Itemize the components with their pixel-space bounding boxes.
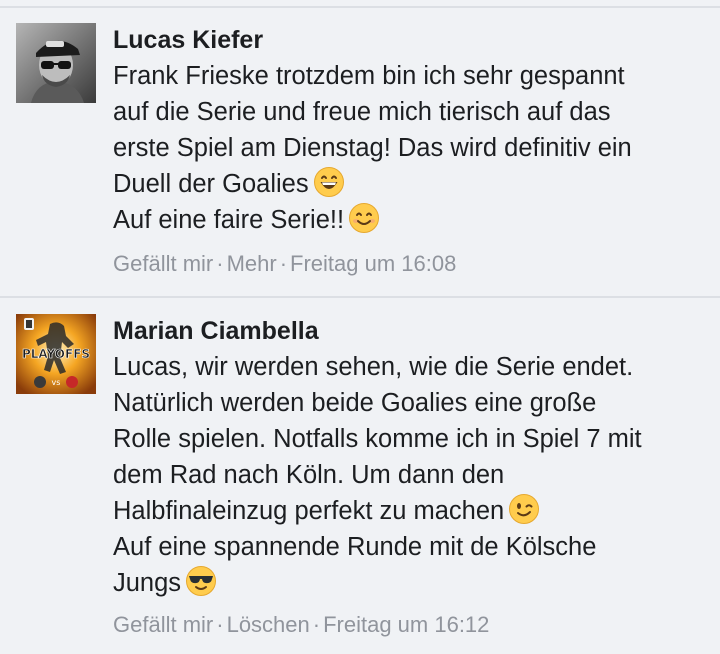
comment-line-with-emoji: Halbfinaleinzug perfekt zu machen xyxy=(113,493,642,529)
winking-face-icon xyxy=(509,494,540,524)
top-divider xyxy=(0,6,720,8)
comment-author[interactable]: Marian Ciambella xyxy=(113,317,319,346)
comment-line-with-emoji: Auf eine faire Serie!! xyxy=(113,202,632,238)
avatar[interactable] xyxy=(16,23,96,103)
comment-author[interactable]: Lucas Kiefer xyxy=(113,26,263,55)
timestamp[interactable]: Freitag um 16:12 xyxy=(323,612,489,637)
comment-line: auf die Serie und freue mich tierisch au… xyxy=(113,98,611,126)
separator: · xyxy=(279,251,288,276)
separator: · xyxy=(312,612,321,637)
sunglasses-face-icon xyxy=(186,566,217,596)
smiling-face-icon xyxy=(349,203,380,233)
like-link[interactable]: Gefällt mir xyxy=(113,251,213,276)
like-link[interactable]: Gefällt mir xyxy=(113,612,213,637)
avatar-photo-icon xyxy=(16,23,96,103)
comment-text: Frank Frieske trotzdem bin ich sehr gesp… xyxy=(113,58,632,238)
comment-line: Rolle spielen. Notfalls komme ich in Spi… xyxy=(113,425,642,453)
grinning-face-icon xyxy=(313,167,344,197)
avatar-text: PLAYOFFS xyxy=(22,347,90,361)
timestamp[interactable]: Freitag um 16:08 xyxy=(290,251,456,276)
comment-line-text: Auf eine faire Serie!! xyxy=(113,206,345,234)
comment-line-text: Halbfinaleinzug perfekt zu machen xyxy=(113,497,505,525)
comment-line: Natürlich werden beide Goalies eine groß… xyxy=(113,389,597,417)
separator: · xyxy=(216,251,224,276)
delete-link[interactable]: Löschen xyxy=(227,612,310,637)
comment-line-with-emoji: Duell der Goalies xyxy=(113,166,632,202)
comment-line: Frank Frieske trotzdem bin ich sehr gesp… xyxy=(113,62,625,90)
comment-line: Auf eine spannende Runde mit de Kölsche xyxy=(113,533,597,561)
comment-text: Lucas, wir werden sehen, wie die Serie e… xyxy=(113,349,642,601)
comment-line: dem Rad nach Köln. Um dann den xyxy=(113,461,505,489)
comment-line: erste Spiel am Dienstag! Das wird defini… xyxy=(113,134,632,162)
comment-actions: Gefällt mir · Löschen · Freitag um 16:12 xyxy=(113,612,489,638)
comment-line-text: Jungs xyxy=(113,569,182,597)
more-link[interactable]: Mehr xyxy=(227,251,277,276)
comment-line-with-emoji: Jungs xyxy=(113,565,642,601)
comment-line: Lucas, wir werden sehen, wie die Serie e… xyxy=(113,353,634,381)
comment-divider xyxy=(0,296,720,298)
comment-actions: Gefällt mir · Mehr · Freitag um 16:08 xyxy=(113,251,456,277)
avatar-playoffs-icon: PLAYOFFS vs xyxy=(16,314,96,394)
avatar[interactable]: PLAYOFFS vs xyxy=(16,314,96,394)
svg-text:vs: vs xyxy=(52,378,61,387)
separator: · xyxy=(216,612,224,637)
comment-line-text: Duell der Goalies xyxy=(113,170,309,198)
